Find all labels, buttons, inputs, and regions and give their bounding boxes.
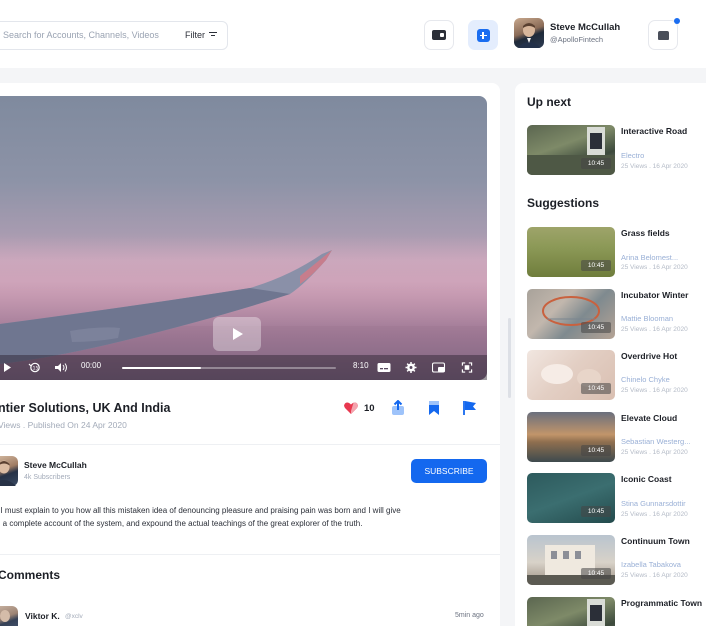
- video-item-title[interactable]: Iconic Coast: [621, 474, 703, 485]
- play-small-icon[interactable]: [2, 362, 14, 373]
- profile-name[interactable]: Steve McCullah: [550, 22, 620, 33]
- profile-handle: @ApolloFintech: [550, 35, 604, 44]
- video-item-author[interactable]: Arina Belomest...: [621, 253, 703, 262]
- video-item-title[interactable]: Incubator Winter: [621, 290, 703, 301]
- divider: [0, 554, 500, 555]
- filter-label: Filter: [185, 30, 205, 40]
- progress-fill: [122, 367, 202, 369]
- avatar-portrait: [517, 23, 541, 48]
- video-thumbnail[interactable]: 10:45: [527, 473, 615, 523]
- video-description: : I must explain to you how all this mis…: [0, 505, 466, 530]
- svg-text:15: 15: [33, 366, 39, 372]
- duration: 8:10: [353, 361, 369, 370]
- video-item-title[interactable]: Interactive Road: [621, 126, 703, 137]
- comment-time: 5min ago: [455, 612, 484, 619]
- channel-avatar[interactable]: [0, 456, 18, 486]
- video-duration: 10:45: [581, 322, 611, 333]
- video-item-title[interactable]: Overdrive Hot: [621, 351, 703, 362]
- current-time: 00:00: [81, 361, 102, 370]
- video-item-stats: 25 Views . 16 Apr 2020: [621, 163, 688, 170]
- video-thumbnail[interactable]: 10:45: [527, 535, 615, 585]
- divider: [0, 444, 500, 445]
- progress-bar[interactable]: [122, 367, 336, 369]
- likes-count: 10: [364, 403, 375, 414]
- fullscreen-icon[interactable]: [461, 362, 473, 373]
- video-duration: 10:45: [581, 506, 611, 517]
- search-input[interactable]: Search for Accounts, Channels, Videos: [3, 30, 159, 40]
- comment-author[interactable]: Viktor K.: [25, 611, 60, 621]
- video-meta: Views . Published On 24 Apr 2020: [0, 420, 127, 430]
- video-item-author[interactable]: Chinelo Chyke: [621, 375, 703, 384]
- avatar-portrait: [0, 460, 16, 486]
- top-bar: Search for Accounts, Channels, Videos Fi…: [0, 0, 706, 68]
- video-thumbnail[interactable]: 10:45: [527, 350, 615, 400]
- video-item-stats: 25 Views . 16 Apr 2020: [621, 572, 688, 579]
- add-button[interactable]: [468, 20, 498, 50]
- video-item-author[interactable]: Mattie Blooman: [621, 314, 703, 323]
- video-item-stats: 25 Views . 16 Apr 2020: [621, 511, 688, 518]
- video-duration: 10:45: [581, 383, 611, 394]
- comments-title: Comments: [0, 568, 61, 582]
- search-bar[interactable]: Search for Accounts, Channels, Videos Fi…: [0, 21, 228, 50]
- replay-15-icon[interactable]: 15: [28, 362, 41, 373]
- volume-icon[interactable]: [54, 362, 69, 373]
- video-item-author[interactable]: Electro: [621, 151, 703, 160]
- video-thumbnail[interactable]: 10:45: [527, 227, 615, 277]
- miniplayer-icon[interactable]: [432, 362, 446, 373]
- video-item-author[interactable]: Izabella Tabakova: [621, 560, 703, 569]
- video-title: ntier Solutions, UK And India: [0, 401, 171, 415]
- video-item-stats: 25 Views . 16 Apr 2020: [621, 449, 688, 456]
- scrollbar[interactable]: [508, 318, 511, 398]
- video-duration: 10:45: [581, 568, 611, 579]
- avatar-portrait: [0, 610, 10, 622]
- notification-dot: [674, 18, 680, 24]
- video-item-author[interactable]: Stina Gunnarsdottir: [621, 499, 703, 508]
- wallet-button[interactable]: [424, 20, 454, 50]
- video-item-title[interactable]: Programmatic Town: [621, 598, 703, 609]
- captions-icon[interactable]: [377, 362, 391, 373]
- video-item-title[interactable]: Elevate Cloud: [621, 413, 703, 424]
- video-item-author[interactable]: Sebastian Westerg...: [621, 437, 703, 446]
- filter-button[interactable]: Filter: [185, 30, 217, 40]
- play-icon: [233, 328, 243, 340]
- settings-icon[interactable]: [405, 362, 417, 373]
- comment-handle: @xclv: [65, 613, 83, 620]
- video-thumbnail[interactable]: 10:45: [527, 412, 615, 462]
- video-item-stats: 25 Views . 16 Apr 2020: [621, 264, 688, 271]
- bell-icon: [657, 30, 669, 40]
- description-line: u a complete account of the system, and …: [0, 518, 363, 528]
- video-duration: 10:45: [581, 260, 611, 271]
- video-item-title[interactable]: Grass fields: [621, 228, 703, 239]
- video-thumbnail[interactable]: [527, 597, 615, 626]
- up-next-heading: Up next: [527, 95, 572, 109]
- video-player[interactable]: [0, 96, 487, 380]
- video-item-stats: 25 Views . 16 Apr 2020: [621, 387, 688, 394]
- video-duration: 10:45: [581, 445, 611, 456]
- player-controls: 15 00:00 8:10: [0, 355, 487, 380]
- suggestions-heading: Suggestions: [527, 196, 600, 210]
- add-icon: [476, 28, 490, 42]
- heart-icon[interactable]: [343, 400, 359, 416]
- filter-icon: [209, 32, 217, 38]
- description-line: : I must explain to you how all this mis…: [0, 506, 401, 515]
- comment-avatar[interactable]: [0, 606, 18, 626]
- wallet-icon: [432, 30, 446, 40]
- flag-icon[interactable]: [462, 400, 478, 416]
- bookmark-icon[interactable]: [426, 400, 442, 416]
- video-item-title[interactable]: Continuum Town: [621, 536, 703, 547]
- thumbnail-image: [587, 599, 605, 626]
- share-icon[interactable]: [390, 400, 406, 416]
- play-button[interactable]: [213, 317, 261, 351]
- notifications-button[interactable]: [648, 18, 680, 50]
- video-thumbnail[interactable]: 10:45: [527, 289, 615, 339]
- subscribe-button[interactable]: SUBSCRIBE: [411, 459, 487, 483]
- video-item-stats: 25 Views . 16 Apr 2020: [621, 326, 688, 333]
- channel-name[interactable]: Steve McCullah: [24, 460, 87, 470]
- profile-avatar[interactable]: [514, 18, 544, 48]
- channel-subscribers: 4k Subscribers: [24, 474, 71, 481]
- video-duration: 10:45: [581, 158, 611, 169]
- video-thumbnail[interactable]: 10:45: [527, 125, 615, 175]
